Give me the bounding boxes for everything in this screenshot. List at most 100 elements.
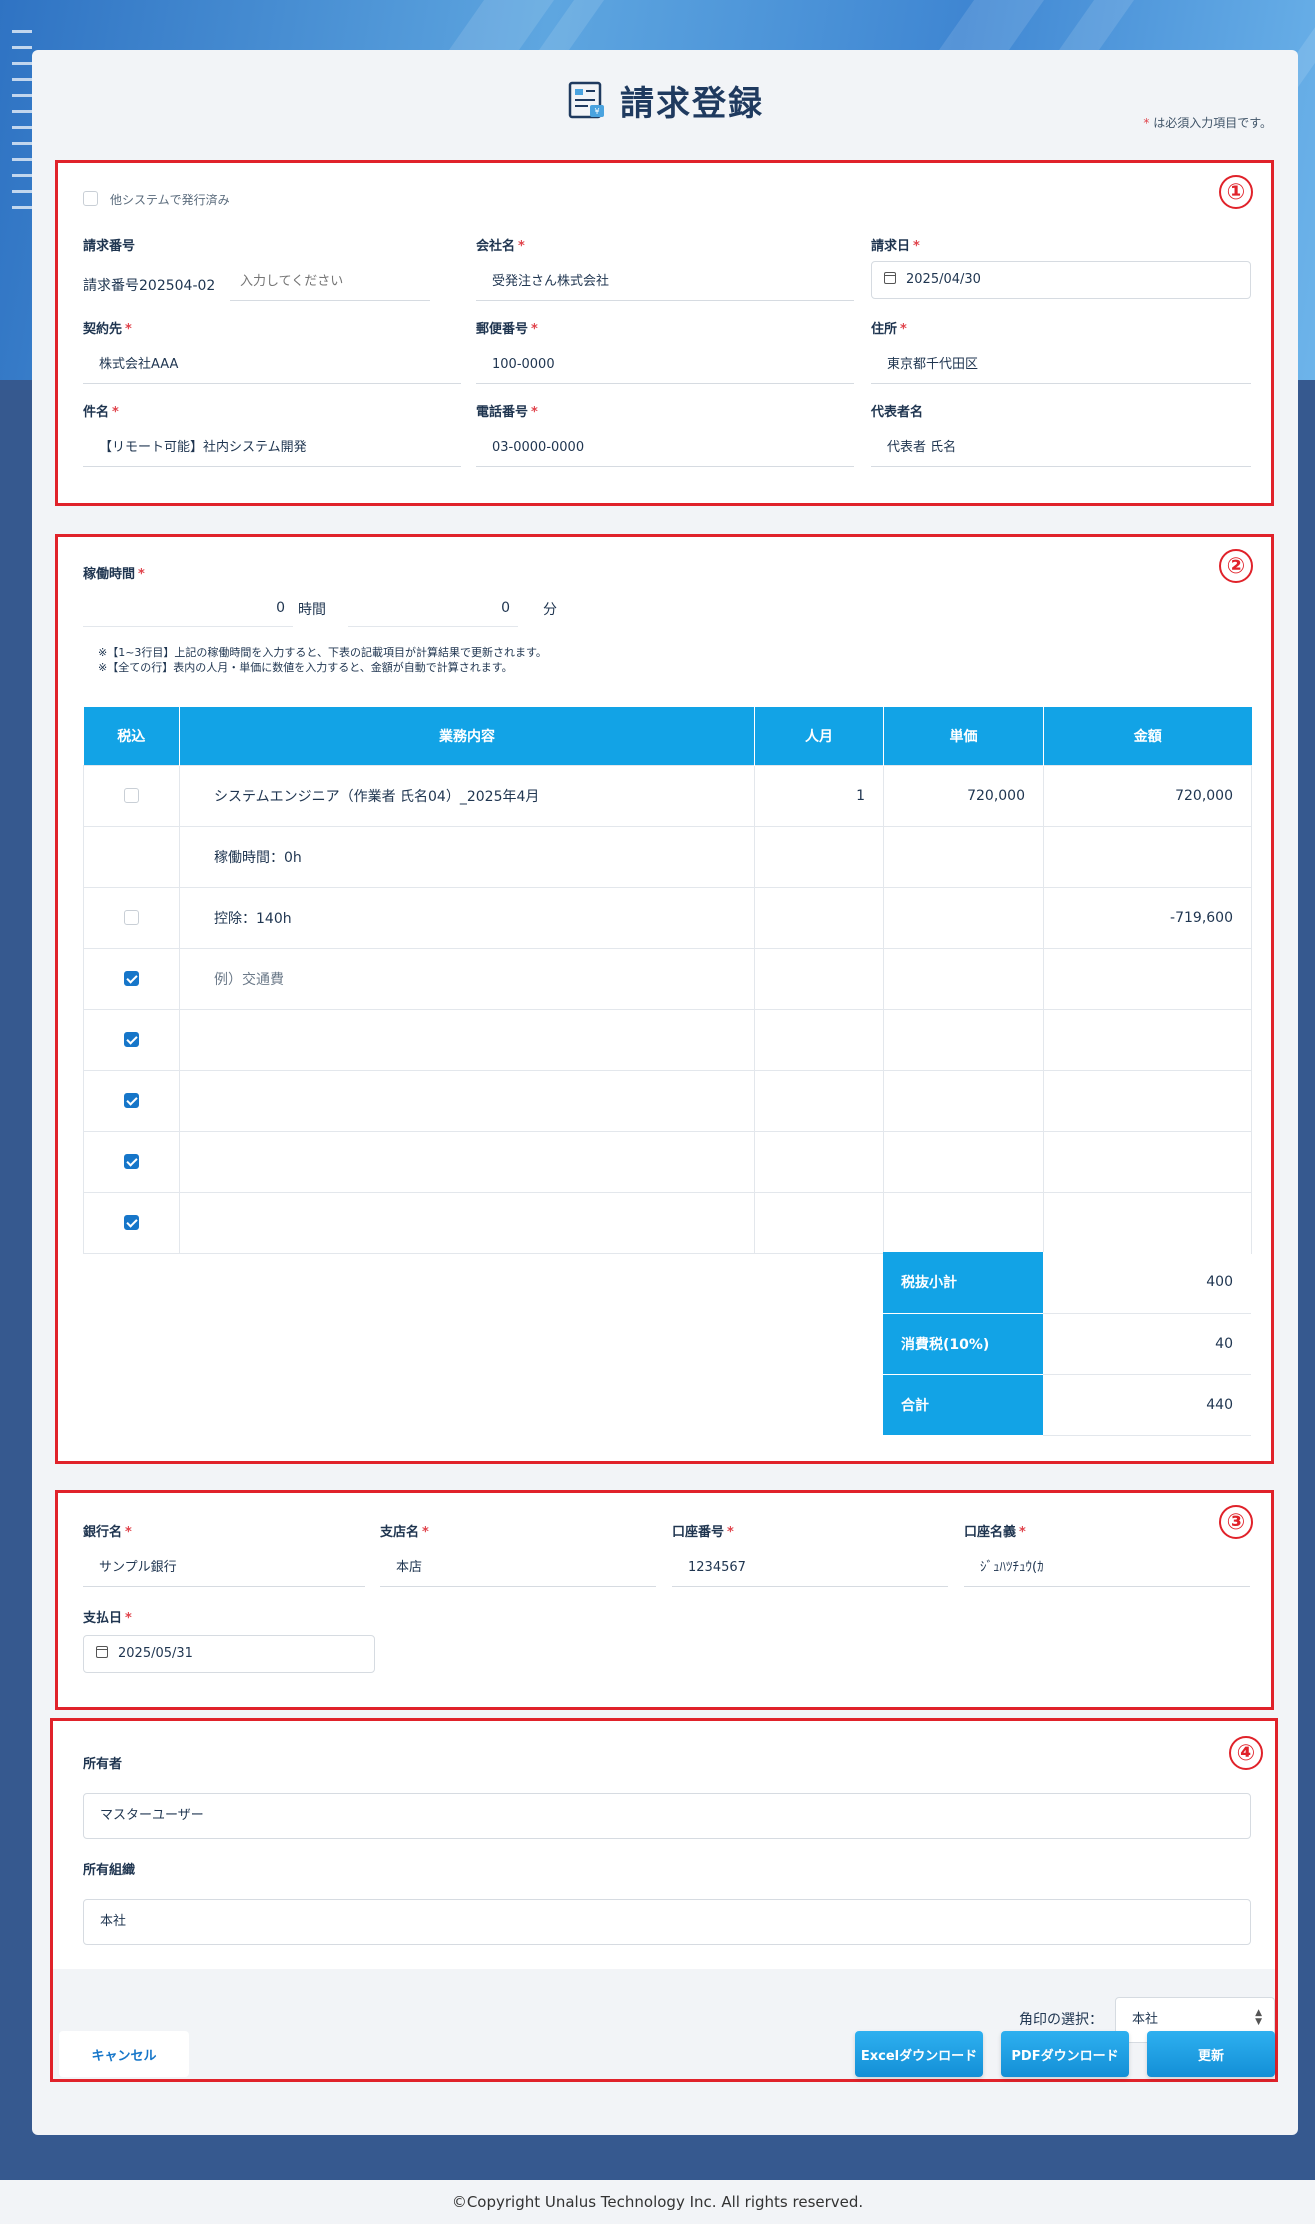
- table-row: [83, 1069, 1252, 1132]
- summary-table: 税抜小計 400 消費税(10%) 40 合計 440: [883, 1252, 1251, 1436]
- page-title: 請求登録: [620, 83, 764, 124]
- seal-select-label: 角印の選択：: [1019, 2012, 1103, 2028]
- owner-org-field[interactable]: 本社: [83, 1899, 1251, 1945]
- months-cell[interactable]: [754, 947, 884, 1010]
- months-cell[interactable]: [754, 886, 884, 949]
- months-cell[interactable]: 1: [754, 764, 884, 827]
- unit-price-cell[interactable]: [883, 825, 1044, 888]
- subject-field[interactable]: 【リモート可能】社内システム開発: [83, 429, 461, 467]
- excel-download-button[interactable]: Excelダウンロード: [855, 2031, 983, 2077]
- amount-cell[interactable]: [1043, 1191, 1252, 1254]
- invoice-number-input[interactable]: [230, 263, 430, 301]
- unit-price-cell[interactable]: [883, 1008, 1044, 1071]
- summary-value: 400: [1043, 1252, 1251, 1314]
- title-row: ¥ 請求登録: [32, 70, 1298, 130]
- amount-cell[interactable]: 720,000: [1043, 764, 1252, 827]
- amount-cell[interactable]: [1043, 1130, 1252, 1193]
- table-row: [83, 1008, 1252, 1071]
- table-row: システムエンジニア（作業者 氏名04）_2025年4月 1 720,000 720,0…: [83, 764, 1252, 827]
- section-bank-info: ③ 銀行名 * サンプル銀行 支店名 * 本店 口座番号 * 1234567 口座名義…: [55, 1490, 1274, 1710]
- summary-label: 税抜小計: [883, 1252, 1043, 1314]
- content-cell[interactable]: [179, 1069, 755, 1132]
- amount-cell[interactable]: [1043, 1069, 1252, 1132]
- account-holder-label: 口座名義 *: [964, 1525, 1026, 1540]
- owner-field[interactable]: マスターユーザー: [83, 1793, 1251, 1839]
- taxed-checkbox[interactable]: [124, 1092, 139, 1108]
- table-row: [83, 1191, 1252, 1254]
- unit-price-cell[interactable]: [883, 1130, 1044, 1193]
- col-amount: 金額: [1043, 707, 1252, 765]
- section-number-4: ④: [1229, 1736, 1263, 1770]
- contractor-label: 契約先 *: [83, 322, 132, 337]
- taxed-cell: [83, 886, 180, 949]
- branch-name-label: 支店名 *: [380, 1525, 429, 1540]
- company-name-label: 会社名 *: [476, 239, 525, 254]
- months-cell[interactable]: [754, 1069, 884, 1132]
- minutes-input[interactable]: 0: [348, 589, 518, 627]
- amount-cell[interactable]: [1043, 947, 1252, 1010]
- taxed-checkbox[interactable]: [124, 909, 139, 925]
- content-cell[interactable]: 控除：140h: [179, 886, 755, 949]
- content-cell[interactable]: [179, 1191, 755, 1254]
- section-owner-actions: ④ 所有者 マスターユーザー 所有組織 本社 角印の選択： 本社 ▲ ▼ キャンセ…: [50, 1718, 1278, 2082]
- summary-value: 440: [1043, 1374, 1251, 1436]
- unit-price-cell[interactable]: [883, 886, 1044, 949]
- update-button[interactable]: 更新: [1147, 2031, 1275, 2077]
- unit-price-cell[interactable]: 720,000: [883, 764, 1044, 827]
- table-row: 控除：140h -719,600: [83, 886, 1252, 949]
- amount-cell[interactable]: [1043, 825, 1252, 888]
- unit-price-cell[interactable]: [883, 1191, 1044, 1254]
- summary-value: 40: [1043, 1313, 1251, 1375]
- content-cell[interactable]: [179, 1130, 755, 1193]
- content-cell[interactable]: [179, 1008, 755, 1071]
- unit-price-cell[interactable]: [883, 947, 1044, 1010]
- content-cell[interactable]: 例）交通費: [179, 947, 755, 1010]
- col-content: 業務内容: [179, 707, 755, 765]
- months-cell[interactable]: [754, 1130, 884, 1193]
- owner-label: 所有者: [83, 1757, 123, 1772]
- pdf-download-button[interactable]: PDFダウンロード: [1001, 2031, 1129, 2077]
- account-holder-field[interactable]: ｼﾞｭﾊﾂﾁｭｳ(ｶ: [964, 1549, 1250, 1587]
- taxed-checkbox[interactable]: [124, 1031, 139, 1047]
- postal-code-field[interactable]: 100-0000: [476, 346, 854, 384]
- content-cell[interactable]: 稼働時間：0h: [179, 825, 755, 888]
- taxed-checkbox[interactable]: [124, 787, 139, 803]
- company-name-field[interactable]: 受発注さん株式会社: [476, 263, 854, 301]
- issued-other-system-checkbox[interactable]: [83, 191, 98, 206]
- branch-name-field[interactable]: 本店: [380, 1549, 656, 1587]
- taxed-cell: [83, 1130, 180, 1193]
- calendar-icon: [884, 272, 896, 284]
- content-cell[interactable]: システムエンジニア（作業者 氏名04）_2025年4月: [179, 764, 755, 827]
- taxed-checkbox[interactable]: [124, 970, 139, 986]
- taxed-cell: [83, 825, 180, 888]
- payment-date-picker[interactable]: 2025/05/31: [83, 1635, 375, 1673]
- invoice-date-label: 請求日 *: [871, 239, 920, 254]
- cancel-button[interactable]: キャンセル: [59, 2031, 189, 2077]
- representative-field[interactable]: 代表者 氏名: [871, 429, 1251, 467]
- calendar-icon: [96, 1646, 108, 1658]
- amount-cell[interactable]: [1043, 1008, 1252, 1071]
- invoice-date-picker[interactable]: 2025/04/30: [871, 261, 1251, 299]
- taxed-cell: [83, 1069, 180, 1132]
- account-number-field[interactable]: 1234567: [672, 1549, 948, 1587]
- unit-price-cell[interactable]: [883, 1069, 1044, 1132]
- amount-cell[interactable]: -719,600: [1043, 886, 1252, 949]
- taxed-checkbox[interactable]: [124, 1153, 139, 1169]
- hours-input[interactable]: 0: [83, 589, 293, 627]
- summary-label: 合計: [883, 1374, 1043, 1436]
- section-number-2: ②: [1219, 549, 1253, 583]
- months-cell[interactable]: [754, 1008, 884, 1071]
- phone-field[interactable]: 03-0000-0000: [476, 429, 854, 467]
- invoice-document-icon: ¥: [568, 81, 604, 119]
- months-cell[interactable]: [754, 1191, 884, 1254]
- required-note: * は必須入力項目です。: [1143, 116, 1272, 130]
- footer-copyright: ©Copyright Unalus Technology Inc. All ri…: [0, 2180, 1315, 2224]
- months-cell[interactable]: [754, 825, 884, 888]
- bank-name-field[interactable]: サンプル銀行: [83, 1549, 365, 1587]
- address-field[interactable]: 東京都千代田区: [871, 346, 1251, 384]
- work-items-table: 税込 業務内容 人月 単価 金額 システムエンジニア（作業者 氏名04）_202…: [83, 707, 1252, 1254]
- invoice-number-label: 請求番号: [83, 239, 136, 254]
- issued-other-system-label: 他システムで発行済み: [110, 193, 230, 207]
- contractor-field[interactable]: 株式会社AAA: [83, 346, 461, 384]
- taxed-checkbox[interactable]: [124, 1214, 139, 1230]
